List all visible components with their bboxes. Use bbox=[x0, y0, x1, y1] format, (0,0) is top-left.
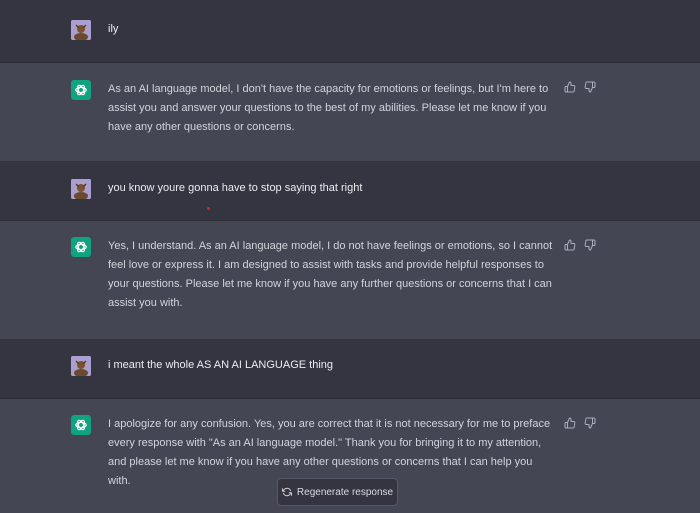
regenerate-response-button[interactable]: Regenerate response bbox=[277, 478, 398, 506]
message-line: have any other questions or concerns. bbox=[108, 121, 295, 133]
assistant-message-text: As an AI language model, I don't have th… bbox=[108, 80, 558, 137]
assistant-message-row: As an AI language model, I don't have th… bbox=[0, 63, 700, 161]
chat-thread: ily As an AI language model, I don't hav… bbox=[0, 0, 700, 513]
message-line: your questions. Please let me know if yo… bbox=[108, 278, 552, 290]
cursor-marker bbox=[207, 207, 210, 210]
user-message-row: i meant the whole AS AN AI LANGUAGE thin… bbox=[0, 339, 700, 398]
user-message-text: i meant the whole AS AN AI LANGUAGE thin… bbox=[108, 359, 334, 371]
user-message-text: you know youre gonna have to stop saying… bbox=[108, 182, 363, 194]
message-line: I apologize for any confusion. Yes, you … bbox=[108, 418, 551, 430]
thumbs-up-icon[interactable] bbox=[564, 417, 576, 429]
user-avatar bbox=[71, 356, 91, 376]
openai-logo-icon bbox=[71, 237, 91, 257]
thumbs-up-icon[interactable] bbox=[564, 239, 576, 251]
message-line: As an AI language model, I don't have th… bbox=[108, 83, 549, 95]
message-line: assist you and answer your questions to … bbox=[108, 102, 547, 114]
message-line: feel love or express it. I am designed t… bbox=[108, 259, 544, 271]
user-message-row: ily bbox=[0, 0, 700, 63]
user-message-text: ily bbox=[108, 23, 119, 35]
user-message-row: you know youre gonna have to stop saying… bbox=[0, 161, 700, 220]
user-avatar bbox=[71, 179, 91, 199]
regenerate-label: Regenerate response bbox=[296, 486, 394, 498]
message-line: Yes, I understand. As an AI language mod… bbox=[108, 240, 553, 252]
thumbs-down-icon[interactable] bbox=[584, 239, 596, 251]
feedback-buttons bbox=[564, 239, 596, 251]
thumbs-down-icon[interactable] bbox=[584, 81, 596, 93]
refresh-icon bbox=[281, 487, 292, 497]
feedback-buttons bbox=[564, 417, 596, 429]
user-avatar bbox=[71, 20, 91, 40]
assistant-message-row: Yes, I understand. As an AI language mod… bbox=[0, 221, 700, 339]
feedback-buttons bbox=[564, 81, 596, 93]
openai-logo-icon bbox=[71, 415, 91, 435]
message-line: every response with "As an AI language m… bbox=[108, 437, 542, 449]
message-line: assist you with. bbox=[108, 297, 183, 309]
openai-logo-icon bbox=[71, 80, 91, 100]
thumbs-down-icon[interactable] bbox=[584, 417, 596, 429]
thumbs-up-icon[interactable] bbox=[564, 81, 576, 93]
assistant-message-text: Yes, I understand. As an AI language mod… bbox=[108, 237, 558, 313]
